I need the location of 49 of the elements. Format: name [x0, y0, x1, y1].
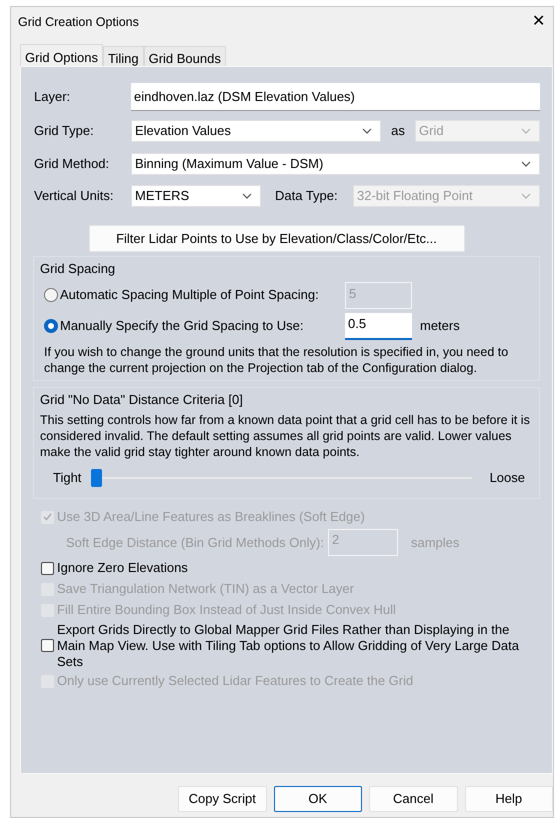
field-label: Layer:: [33, 88, 72, 106]
dialog-button[interactable]: Copy Script: [178, 786, 266, 812]
radio-button[interactable]: [44, 319, 58, 333]
slider-thumb[interactable]: [91, 468, 102, 487]
checkbox-label: Ignore Zero Elevations: [57, 560, 188, 576]
tab[interactable]: Grid Options: [20, 44, 103, 66]
check-icon: [43, 513, 52, 521]
field-label: as: [390, 122, 406, 140]
chevron-down-icon: [521, 193, 531, 199]
radio-button[interactable]: [44, 288, 58, 302]
field-label: Grid Method:: [33, 155, 110, 174]
checkbox-label: Export Grids Directly to Global Mapper Grid Files Rather than Displaying in the Main Map View. Use with Tiling Tab options to Allow Gridding of Very Large Data Sets: [57, 622, 520, 670]
field-label: Data Type:: [274, 187, 339, 206]
dropdown[interactable]: Elevation Values: [131, 120, 381, 142]
radio-label: Automatic Spacing Multiple of Point Spacing:: [60, 286, 320, 304]
tab[interactable]: Grid Bounds: [144, 46, 226, 66]
checkbox-label: Save Triangulation Network (TIN) as a Vector Layer: [57, 581, 354, 597]
chevron-down-icon: [521, 128, 531, 134]
chevron-down-icon: [362, 128, 372, 134]
chevron-down-icon: [521, 161, 531, 167]
checkbox[interactable]: [41, 639, 54, 652]
dialog-button[interactable]: Cancel: [369, 786, 458, 812]
unit-label: samples: [411, 534, 460, 552]
group-title: Grid Spacing: [40, 260, 116, 278]
close-button[interactable]: ✕: [528, 10, 549, 34]
checkbox-label: Only use Currently Selected Lidar Features to Create the Grid: [57, 673, 414, 689]
dropdown[interactable]: METERS: [131, 185, 261, 207]
spacing-field[interactable]: 0.5: [345, 312, 412, 340]
no-data-description: This setting controls how far from a known data point that a grid cell has to be before it is considered invalid. The default setting assumes all grid points are valid. Lower values make the valid grid stay tighter around known data points.: [40, 412, 531, 460]
field-label: Soft Edge Distance (Bin Grid Methods Only):: [66, 534, 325, 552]
field-label: Grid Type:: [33, 122, 95, 140]
field-label: Vertical Units:: [33, 187, 114, 206]
unit-label: meters: [420, 317, 460, 336]
spacing-note: If you wish to change the ground units that the resolution is specified in, you need to change the current projection on the Projection tab of the Configuration dialog.: [44, 344, 510, 376]
chevron-down-icon: [242, 193, 252, 199]
dialog-button[interactable]: Help: [464, 786, 553, 812]
group-title: Grid "No Data" Distance Criteria [0]: [40, 390, 244, 409]
checkbox-label: Fill Entire Bounding Box Instead of Just Inside Convex Hull: [57, 602, 396, 618]
layer-field[interactable]: eindhoven.laz (DSM Elevation Values): [131, 83, 540, 111]
radio-label: Manually Specify the Grid Spacing to Use:: [60, 317, 305, 336]
slider-min-label: Tight: [52, 469, 82, 487]
checkbox[interactable]: [41, 562, 54, 574]
slider-max-label: Loose: [490, 469, 526, 487]
dialog-button[interactable]: OK: [274, 786, 362, 812]
checkbox-label: Use 3D Area/Line Features as Breaklines (Soft Edge): [57, 509, 365, 525]
tab[interactable]: Tiling: [102, 46, 144, 66]
window-title: Grid Creation Options: [18, 14, 139, 31]
filter-button[interactable]: Filter Lidar Points to Use by Elevation/Class/Color/Etc...: [88, 225, 464, 252]
dropdown[interactable]: Binning (Maximum Value - DSM): [131, 153, 540, 175]
